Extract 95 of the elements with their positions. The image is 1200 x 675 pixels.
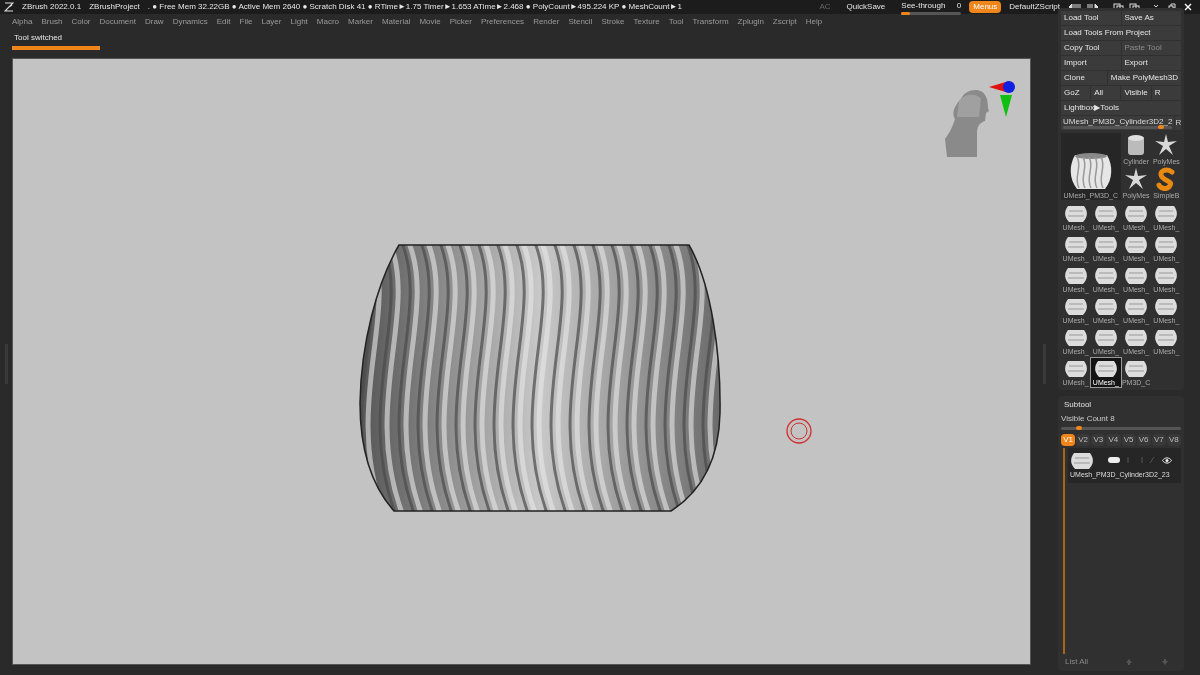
mesh-thumbnail-icon — [1124, 327, 1149, 347]
mesh-thumbnail-icon — [1063, 203, 1088, 223]
see-through-slider[interactable] — [901, 11, 962, 15]
arrow-down-icon[interactable] — [1161, 658, 1169, 666]
tool-button[interactable]: All — [1091, 86, 1121, 100]
mesh-thumbnail-icon — [1093, 234, 1118, 254]
menu-item[interactable]: Alpha — [12, 16, 33, 28]
mesh-thumbnail-icon — [1124, 296, 1149, 316]
tool-button[interactable]: Copy Tool — [1061, 41, 1121, 55]
visible-count-slider[interactable] — [1061, 427, 1181, 430]
mesh-thumbnail-icon — [1093, 327, 1118, 347]
menu-item[interactable]: Draw — [144, 16, 164, 28]
project-name: ZBrushProject — [89, 1, 140, 13]
quicksave-button[interactable]: QuickSave — [846, 1, 886, 13]
mesh-thumbnail-icon — [1063, 234, 1088, 254]
brush-cursor-icon — [785, 417, 813, 445]
mesh-thumbnail-icon — [1154, 203, 1179, 223]
mesh-thumbnail-icon — [1093, 358, 1118, 378]
eye-icon[interactable] — [1162, 456, 1172, 464]
menu-item[interactable]: Light — [290, 16, 308, 28]
tool-button[interactable]: Load Tool — [1061, 11, 1121, 25]
mesh-thumbnail-icon — [1063, 265, 1088, 285]
app-logo-icon — [4, 2, 14, 12]
tool-button[interactable]: Export — [1121, 56, 1181, 70]
mesh-thumbnail-icon — [1124, 358, 1149, 378]
menu-item[interactable]: Material — [381, 16, 411, 28]
menu-item[interactable]: Help — [805, 16, 823, 28]
menu-item[interactable]: Transform — [692, 16, 729, 28]
tool-button[interactable]: Import — [1061, 56, 1121, 70]
restore-icon[interactable] — [1168, 3, 1176, 11]
close-icon[interactable] — [1184, 3, 1192, 11]
version-tab[interactable]: V8 — [1166, 434, 1181, 446]
ac-label[interactable]: AC — [819, 1, 831, 13]
menu-item[interactable]: Layer — [261, 16, 282, 28]
version-tab[interactable]: V7 — [1151, 434, 1166, 446]
mesh-thumbnail-icon — [1124, 234, 1149, 254]
mesh-thumbnail-icon — [1063, 327, 1088, 347]
tool-button[interactable]: Load Tools From Project — [1061, 26, 1181, 40]
menu-item[interactable]: Tool — [668, 16, 684, 28]
mesh-thumbnail-icon — [1093, 203, 1118, 223]
version-tab[interactable]: V2 — [1076, 434, 1091, 446]
menu-item[interactable]: Document — [99, 16, 136, 28]
menu-item[interactable]: Stroke — [601, 16, 625, 28]
menu-item[interactable]: Macro — [316, 16, 340, 28]
menu-item[interactable]: File — [239, 16, 253, 28]
version-tab[interactable]: V3 — [1091, 434, 1106, 446]
menu-item[interactable]: Zscript — [772, 16, 797, 28]
mesh-thumbnail-icon — [1154, 327, 1179, 347]
menu-item[interactable]: Picker — [449, 16, 472, 28]
notice-text: Tool switched — [13, 32, 64, 44]
menu-item[interactable]: Brush — [41, 16, 63, 28]
refresh-button[interactable]: R — [1175, 116, 1182, 130]
tool-button[interactable]: Visible — [1121, 86, 1151, 100]
see-through-label: See-through — [901, 0, 946, 12]
mesh-thumbnail-icon — [1154, 265, 1179, 285]
mesh-thumbnail-icon — [1063, 358, 1088, 378]
tool-button[interactable]: Save As — [1121, 11, 1181, 25]
mesh-thumbnail-icon — [1124, 265, 1149, 285]
version-tab[interactable]: V5 — [1121, 434, 1136, 446]
menu-item[interactable]: Stencil — [568, 16, 593, 28]
menu-item[interactable]: Marker — [348, 16, 373, 28]
arrow-up-icon[interactable] — [1125, 658, 1133, 666]
version-tab[interactable]: V4 — [1106, 434, 1121, 446]
tool-button[interactable]: R — [1151, 86, 1181, 100]
current-tool-name: UMesh_PM3D_Cylinder3D2_2 — [1063, 117, 1173, 126]
menu-item[interactable]: Color — [71, 16, 91, 28]
app-title: ZBrush 2022.0.1 — [22, 1, 82, 13]
mesh-thumbnail-icon — [1063, 296, 1088, 316]
zscript-name: DefaultZScript — [1009, 1, 1060, 13]
mesh-thumbnail-icon — [1154, 234, 1179, 254]
visible-count-label: Visible Count 8 — [1061, 413, 1116, 425]
version-tab[interactable]: V6 — [1136, 434, 1151, 446]
menu-item[interactable]: Edit — [216, 16, 231, 28]
subtool-title: Subtool — [1063, 399, 1093, 411]
see-through-value: 0 — [956, 0, 962, 12]
subtool-scrollbar[interactable] — [1063, 448, 1065, 654]
mesh-thumbnail-icon — [1154, 296, 1179, 316]
viewport-canvas[interactable] — [12, 58, 1031, 665]
tool-button[interactable]: GoZ — [1061, 86, 1091, 100]
mesh-thumbnail-icon — [1093, 265, 1118, 285]
menu-item[interactable]: Preferences — [481, 16, 525, 28]
menu-item[interactable]: Movie — [419, 16, 441, 28]
menu-item[interactable]: Render — [533, 16, 560, 28]
menu-item[interactable]: Texture — [633, 16, 660, 28]
menu-item[interactable]: Dynamics — [172, 16, 208, 28]
mesh-thumbnail-icon — [1124, 203, 1149, 223]
memory-stats: . ● Free Mem 32.22GB ● Active Mem 2640 ● Scratch Disk 41 ● RTime►1.75 Timer►1.653 ATime►2.468 ● PolyCount►495.224 KP ● MeshCount►1 — [147, 1, 682, 13]
mesh-thumbnail-icon — [1093, 296, 1118, 316]
star-icon — [1124, 167, 1149, 191]
star-icon — [1154, 133, 1179, 157]
menu-item[interactable]: Zplugin — [737, 16, 764, 28]
tool-button[interactable]: Make PolyMesh3D — [1107, 71, 1181, 85]
mesh-thumbnail-icon — [1070, 450, 1094, 470]
tool-button[interactable]: Clone — [1061, 71, 1107, 85]
tool-button[interactable]: Lightbox▶Tools — [1061, 101, 1181, 115]
